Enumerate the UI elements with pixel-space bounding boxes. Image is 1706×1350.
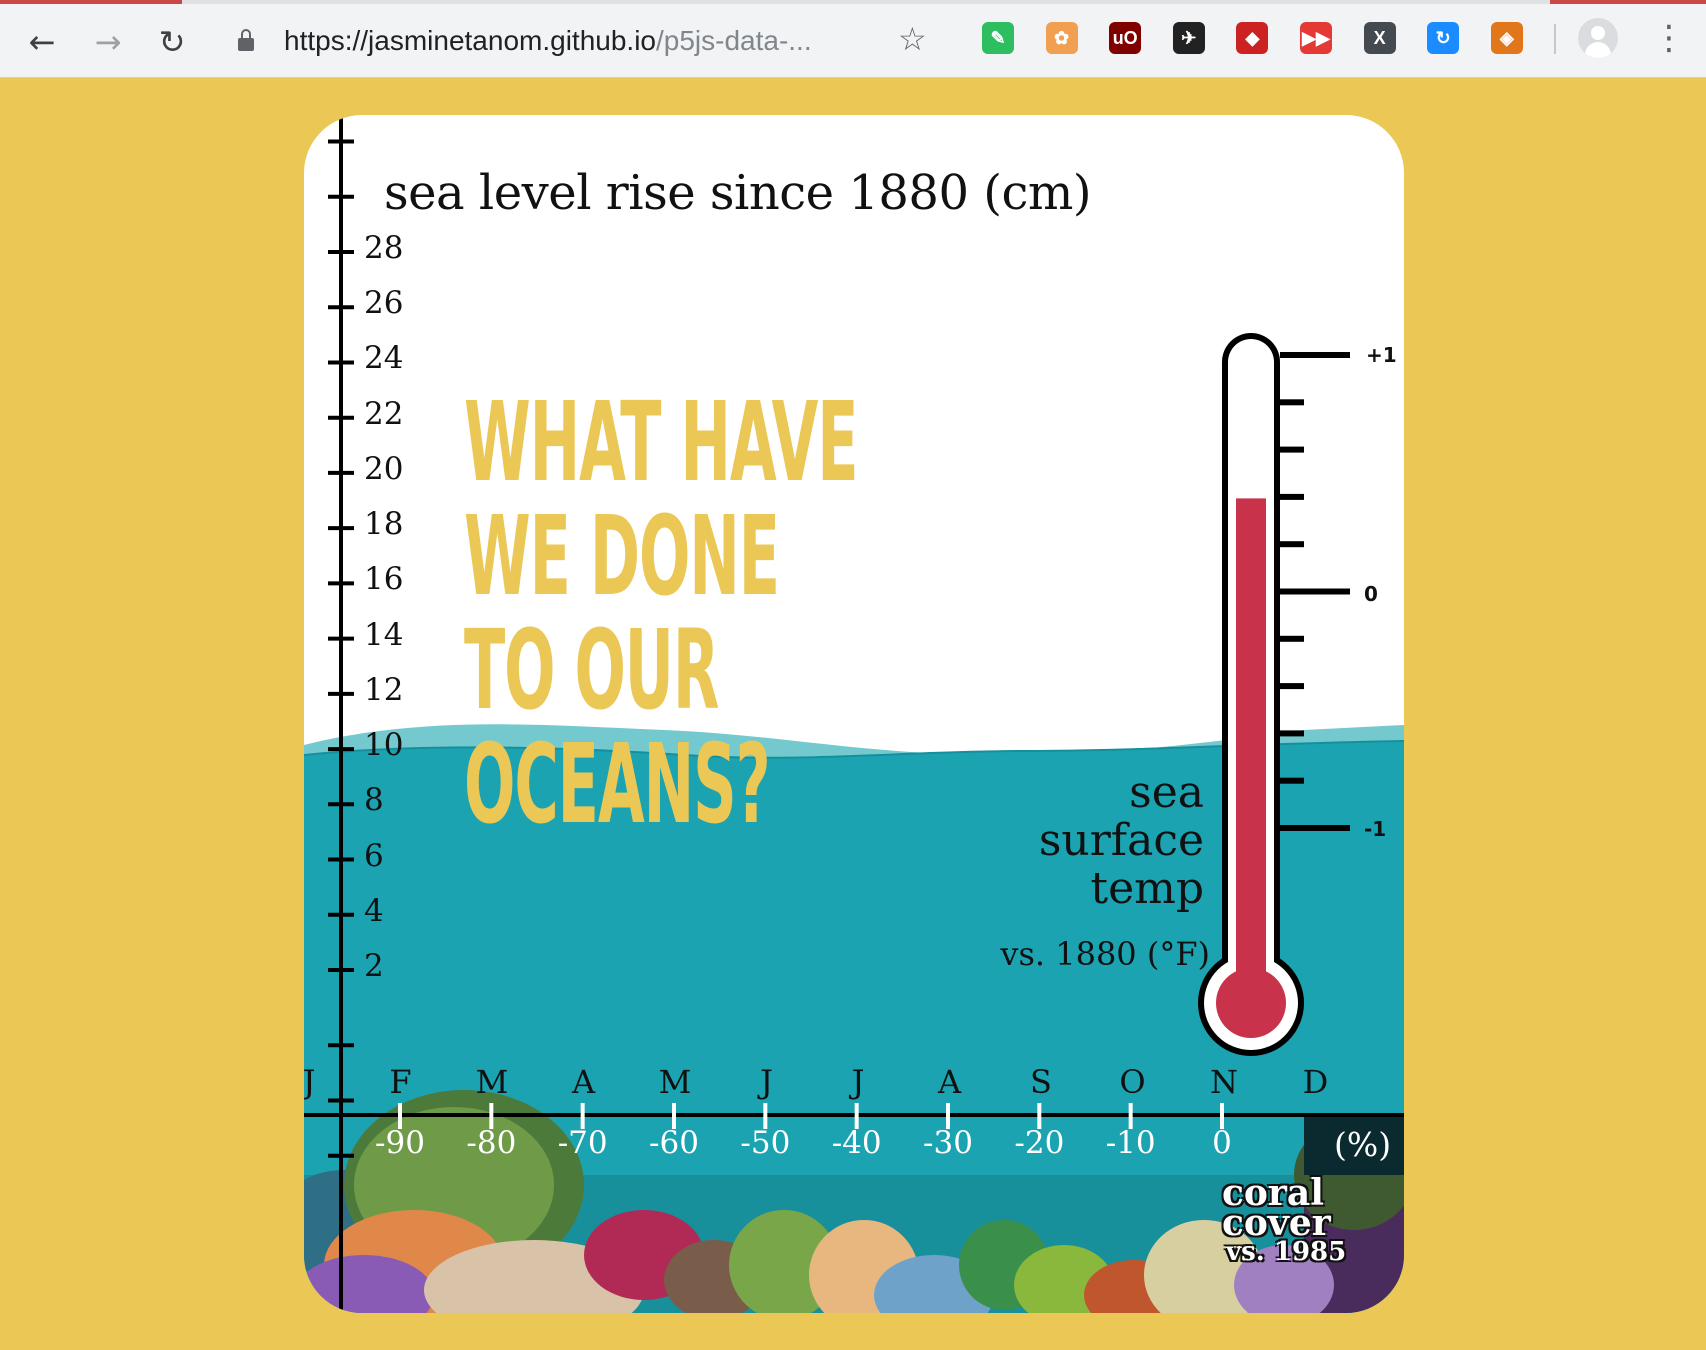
sea-level-tick-label: 28	[364, 230, 404, 266]
sea-level-tick-label: 26	[364, 285, 404, 322]
x-extension-icon[interactable]: X	[1363, 22, 1396, 54]
month-label: F	[389, 1063, 412, 1101]
browser-toolbar: ← → ↻ https://jasminetanom.github.io/p5j…	[0, 0, 1706, 78]
headline-line-3: TO OUR	[464, 606, 719, 734]
month-label: J	[851, 1063, 865, 1101]
video-speed-icon[interactable]: ▶▶	[1300, 22, 1332, 54]
coral-tick-label: 0	[1212, 1125, 1232, 1161]
month-label: M	[658, 1063, 692, 1101]
coral-tick-label: -90	[375, 1125, 425, 1161]
thermo-tick	[1280, 777, 1304, 784]
tab-accent	[1550, 0, 1706, 4]
fox-extension-icon[interactable]: ✿	[1045, 22, 1078, 54]
coral-unit-label: (%)	[1334, 1125, 1392, 1164]
coral-tick-label: -50	[740, 1125, 791, 1161]
thermo-label-temp: temp	[1090, 863, 1204, 914]
sea-level-tick-label: 10	[364, 727, 404, 764]
thermo-tick	[1280, 635, 1304, 642]
sea-level-tick-label: 22	[364, 395, 404, 432]
month-label: M	[475, 1063, 509, 1101]
coral-tick-label: -70	[557, 1125, 608, 1161]
chart-title: sea level rise since 1880 (cm)	[384, 165, 1092, 221]
thermo-tick-minus-one: -1	[1364, 817, 1387, 841]
headline-line-4: OCEANS?	[464, 720, 771, 848]
month-label: J	[760, 1063, 773, 1101]
ublock-icon[interactable]: uO	[1109, 22, 1142, 54]
ruby-icon[interactable]: ◆	[1236, 22, 1269, 54]
sea-level-tick-label: 2	[364, 948, 384, 984]
metamask-icon[interactable]: ◈	[1490, 22, 1523, 54]
thermo-label-surface: surface	[1038, 815, 1204, 866]
month-label: S	[1030, 1063, 1052, 1101]
coral-tick-label: -20	[1014, 1125, 1065, 1161]
url-text: https://jasminetanom.github.io/p5js-data…	[284, 25, 812, 56]
sea-level-tick-label: 16	[364, 561, 404, 598]
coral-tick-label: -40	[831, 1125, 882, 1161]
sync-extension-icon[interactable]: ↻	[1427, 22, 1460, 54]
sea-level-tick-label: 8	[364, 782, 384, 819]
thermo-tick	[1280, 493, 1304, 500]
headline-line-2: WE DONE	[464, 492, 780, 620]
evernote-icon[interactable]: ✎	[982, 22, 1014, 54]
address-bar[interactable]: https://jasminetanom.github.io/p5js-data…	[218, 12, 950, 68]
month-label: N	[1210, 1063, 1238, 1101]
thermo-label-baseline: vs. 1880 (°F)	[1000, 935, 1210, 973]
sea-level-tick-label: 4	[364, 892, 384, 929]
month-label: O	[1119, 1063, 1146, 1101]
thermo-tick	[1280, 399, 1304, 406]
thermo-label-sea: sea	[1129, 767, 1204, 818]
tab-strip	[182, 0, 1550, 4]
month-label: D	[1302, 1063, 1329, 1101]
sea-level-tick-label: 18	[364, 506, 404, 543]
lock-icon	[238, 29, 254, 51]
thermo-tick-plus-one: +1	[1366, 343, 1397, 367]
month-label: A	[571, 1063, 596, 1101]
profile-avatar[interactable]	[1578, 18, 1618, 58]
thermo-tick	[1280, 730, 1304, 737]
forward-button[interactable]: →	[86, 20, 130, 64]
coral-tick-label: -30	[923, 1125, 973, 1161]
sea-level-tick-label: 14	[364, 616, 404, 653]
sketch-canvas[interactable]: sea level rise since 1880 (cm) WHAT HAVE…	[304, 115, 1404, 1313]
month-label: A	[937, 1063, 962, 1101]
thermo-tick	[1280, 588, 1350, 595]
reload-button[interactable]: ↻	[150, 20, 194, 64]
thermo-tick	[1280, 352, 1350, 358]
sea-level-tick-label: 6	[364, 837, 384, 874]
penguin-extension-icon[interactable]: ✈	[1172, 22, 1205, 54]
coral-label-baseline: vs. 1985	[1226, 1237, 1347, 1267]
month-label: J	[304, 1063, 316, 1101]
thermo-tick	[1280, 446, 1304, 453]
coral-label-cover: cover	[1222, 1202, 1331, 1244]
back-button[interactable]: ←	[20, 20, 64, 64]
tab-accent	[0, 0, 182, 4]
coral-tick-label: -80	[466, 1125, 517, 1161]
thermo-tick	[1280, 683, 1304, 690]
headline-line-1: WHAT HAVE	[464, 378, 859, 506]
coral-tick-label: -60	[649, 1125, 699, 1161]
toolbar-divider	[1554, 24, 1556, 54]
thermo-tick	[1280, 825, 1350, 831]
sea-level-tick-label: 12	[364, 671, 404, 708]
sea-level-tick-label: 24	[364, 340, 404, 377]
sea-level-tick-label: 20	[364, 450, 404, 487]
thermo-tick	[1280, 541, 1304, 548]
coral-tick-label: -10	[1105, 1125, 1156, 1161]
bookmark-star-icon[interactable]: ☆	[898, 20, 927, 58]
thermo-tick-zero: 0	[1364, 582, 1378, 606]
thermometer-mercury	[1236, 498, 1266, 1003]
browser-menu-icon[interactable]: ⋮	[1652, 18, 1686, 58]
